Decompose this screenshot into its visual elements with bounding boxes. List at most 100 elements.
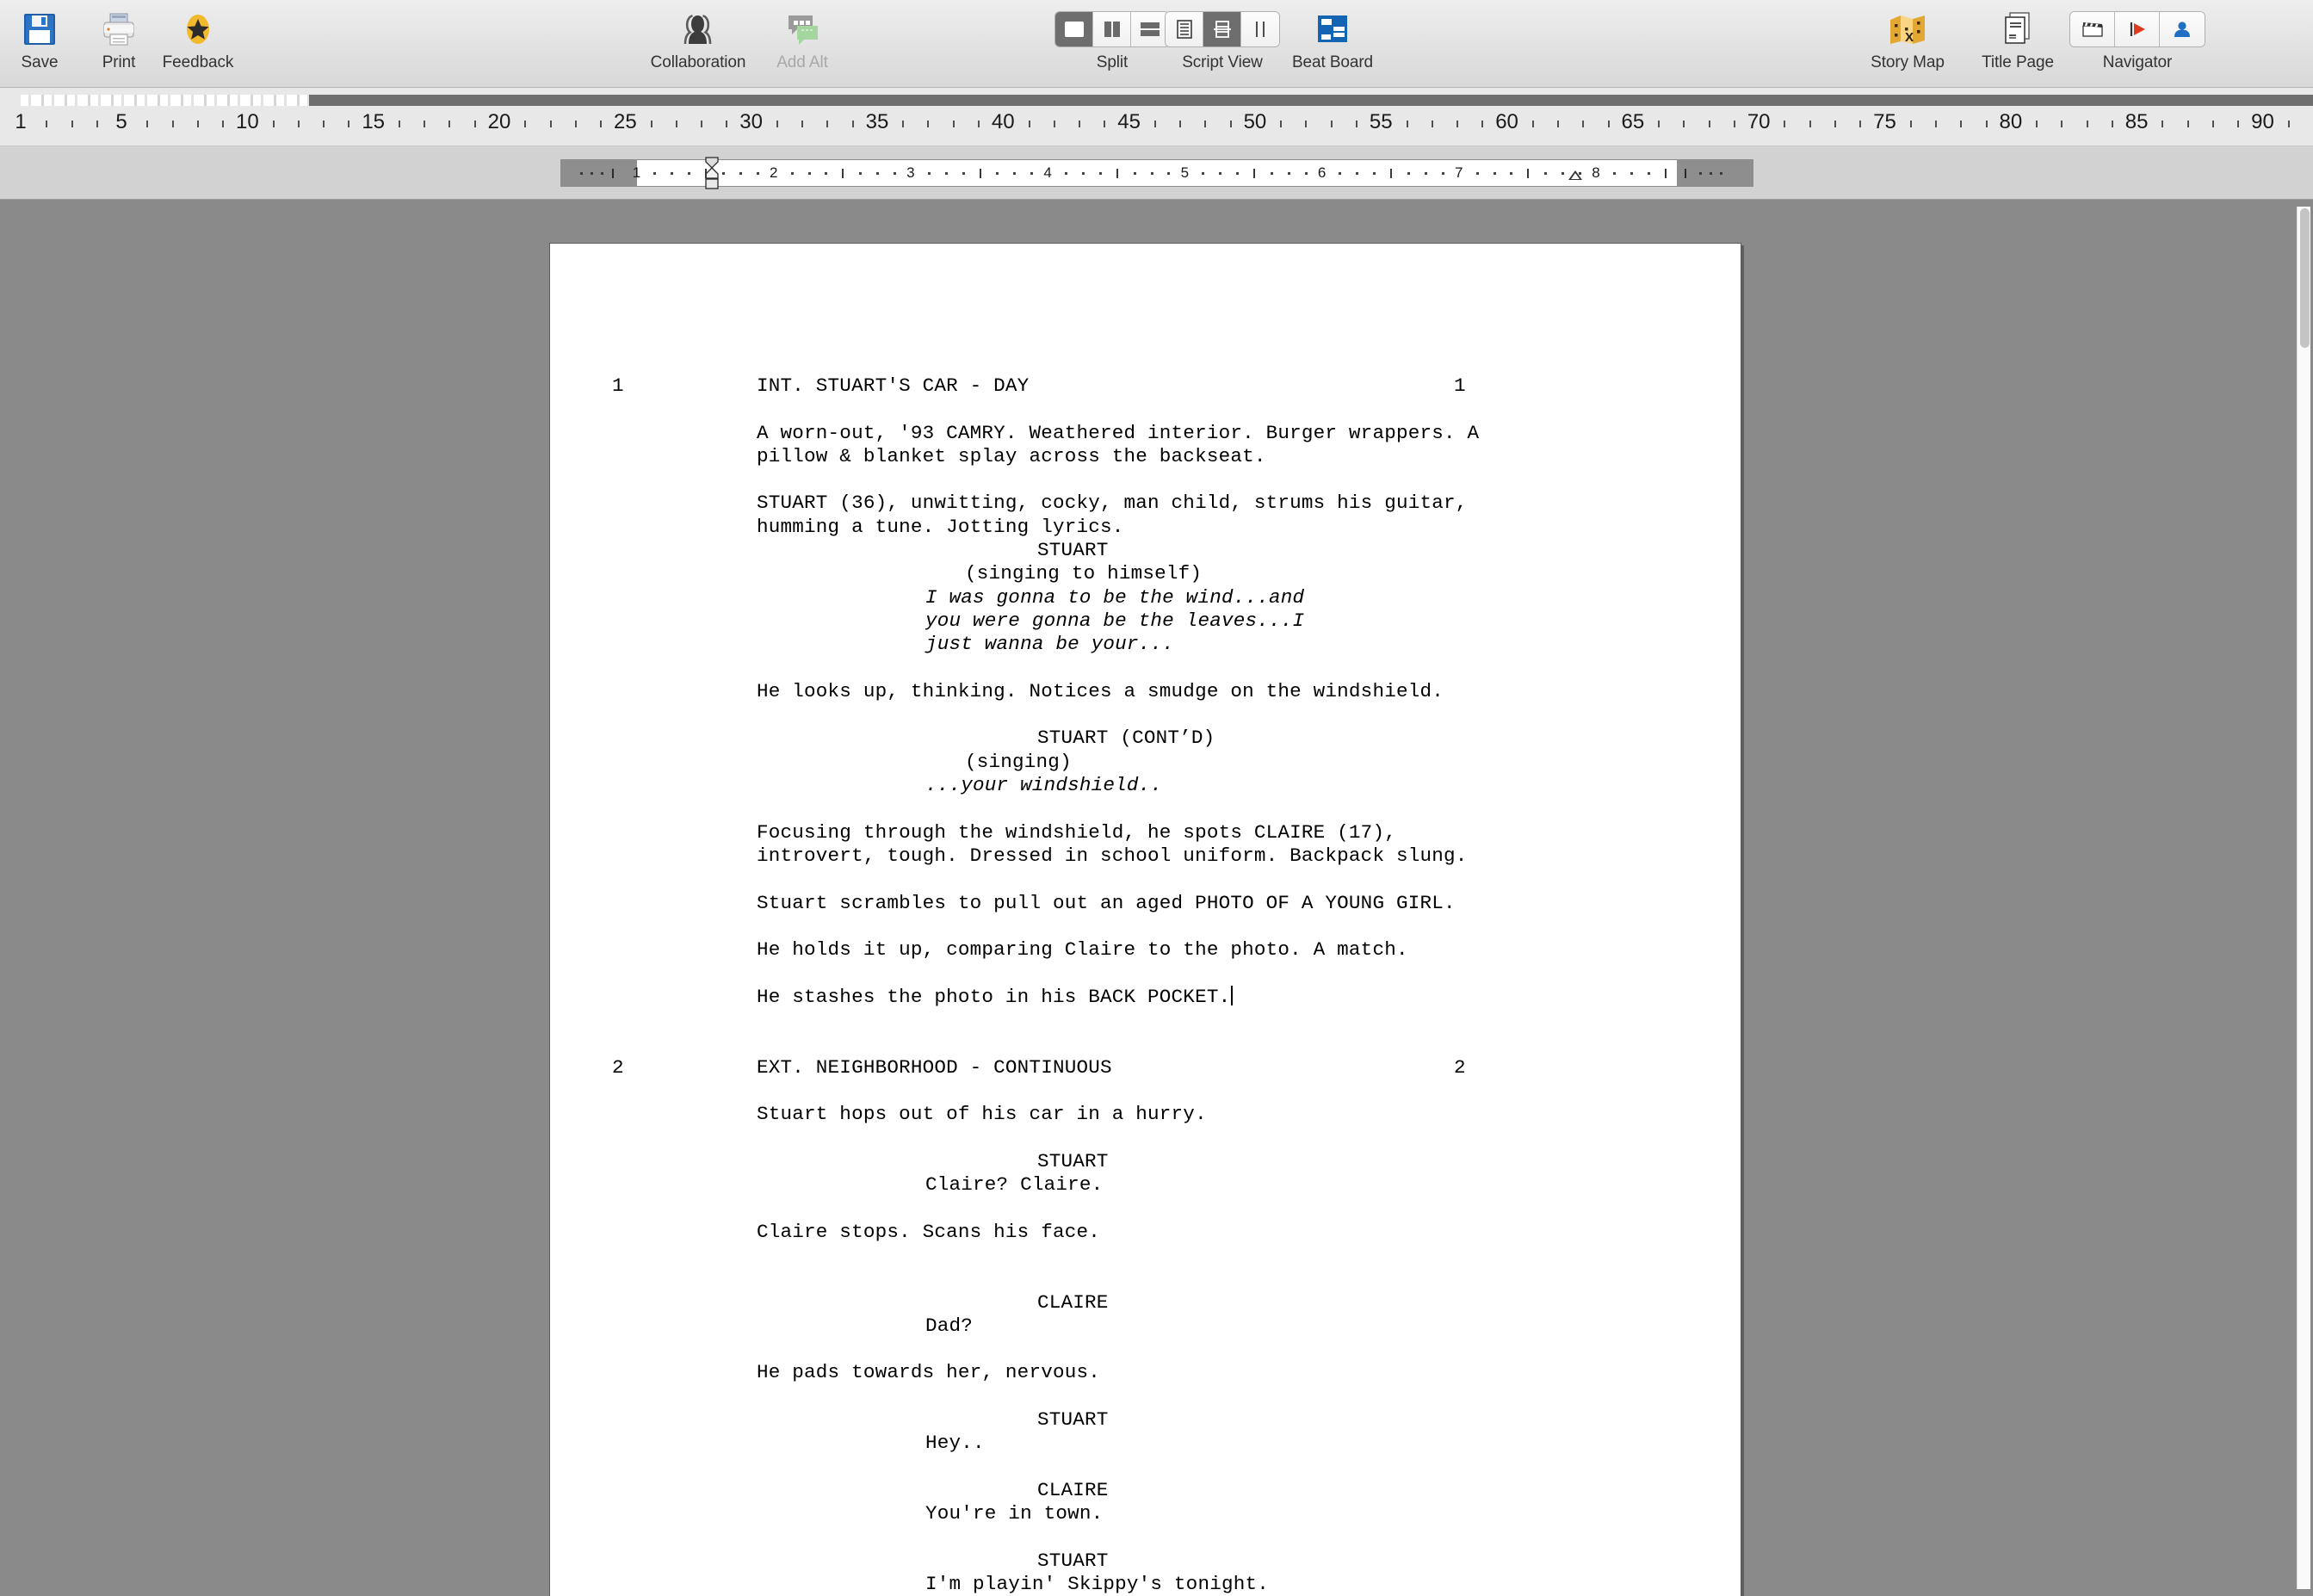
page-ruler-tick (1733, 121, 1735, 127)
svg-text:X: X (1905, 30, 1914, 45)
script-line-text: pillow & blanket splay across the backse… (757, 444, 1266, 467)
page-ruler-tick (1204, 121, 1207, 127)
script-line-action[interactable]: He pads towards her, nervous. (550, 1361, 1741, 1384)
script-view-option-columns[interactable] (1241, 12, 1279, 46)
script-line-text: A worn-out, '93 CAMRY. Weathered interio… (757, 421, 1480, 444)
script-view-option-page[interactable] (1166, 12, 1203, 46)
split-option-two-row[interactable] (1131, 12, 1169, 46)
script-line-action[interactable]: STUART (36), unwitting, cocky, man child… (550, 492, 1741, 515)
script-line-dialog[interactable]: I'm playin' Skippy's tonight. (550, 1573, 1741, 1596)
print-button[interactable]: Print (79, 0, 158, 72)
script-line-text: STUART (CONT’D) (1037, 727, 1215, 750)
split-option-two-column[interactable] (1093, 12, 1131, 46)
text-cursor (1231, 985, 1234, 1005)
script-line-dialog[interactable]: You're in town. (550, 1502, 1741, 1525)
document-canvas: 1 INT. STUART'S CAR - DAY 1 A worn-out, '93… (0, 200, 2313, 1596)
script-line-action[interactable]: pillow & blanket splay across the backse… (550, 445, 1741, 468)
collaboration-button[interactable]: Collaboration (634, 0, 763, 72)
title-page-button[interactable]: Title Page (1963, 0, 2073, 72)
script-view-segmented-control[interactable] (1165, 11, 1280, 47)
split-control[interactable]: Split (1054, 0, 1170, 72)
page-ruler-tick (1079, 121, 1081, 127)
save-button[interactable]: Save (0, 0, 79, 72)
navigator-option-scenes[interactable] (2070, 12, 2115, 46)
script-line-dialog[interactable]: Claire? Claire. (550, 1173, 1741, 1197)
script-line-lyric[interactable]: just wanna be your... (550, 633, 1741, 656)
vertical-scrollbar[interactable] (2297, 207, 2310, 1589)
page-ruler-tick (826, 121, 829, 127)
toolbar-group-right: X Story Map Title Page Navigator (1852, 0, 2205, 72)
page-ruler-number: 45 (1117, 110, 1141, 133)
script-line-character[interactable]: STUART (550, 539, 1741, 562)
page-ruler-tick (323, 121, 325, 127)
script-blank-line (550, 1127, 1741, 1150)
script-line-paren[interactable]: (singing to himself) (550, 562, 1741, 585)
script-page[interactable]: 1 INT. STUART'S CAR - DAY 1 A worn-out, '93… (549, 243, 1741, 1596)
script-blank-line (550, 703, 1741, 727)
page-ruler-tick (600, 121, 603, 127)
script-view-label: Script View (1182, 53, 1263, 71)
script-view-option-split[interactable] (1203, 12, 1241, 46)
navigator-option-characters[interactable] (2160, 12, 2205, 46)
script-line-character[interactable]: STUART (550, 1150, 1741, 1173)
ruler-inch-number: 3 (906, 164, 915, 181)
page-ruler-track[interactable] (21, 95, 2313, 106)
script-line-lyric[interactable]: you were gonna be the leaves...I (550, 609, 1741, 633)
page-ruler-tick (1909, 121, 1912, 127)
script-line-text: STUART (1037, 1549, 1109, 1572)
ruler-quarter-dot (944, 171, 948, 175)
script-line-heading[interactable]: 1 INT. STUART'S CAR - DAY 1 (550, 374, 1741, 398)
split-segmented-control[interactable] (1054, 11, 1170, 47)
script-line-action[interactable]: He stashes the photo in his BACK POCKET. (550, 985, 1741, 1009)
beat-board-button[interactable]: Beat Board (1277, 0, 1388, 72)
ruler-inch-number: 2 (769, 164, 778, 181)
script-view-control[interactable]: Script View (1165, 0, 1280, 72)
ruler-half-tick (979, 168, 981, 178)
navigator-segmented-control[interactable] (2069, 11, 2205, 47)
script-line-character[interactable]: STUART (550, 1408, 1741, 1432)
page-ruler-number: 70 (1747, 110, 1771, 133)
split-option-single-pane[interactable] (1055, 12, 1093, 46)
ruler-half-tick (1390, 168, 1393, 178)
script-line-character[interactable]: STUART (550, 1550, 1741, 1573)
script-line-action[interactable]: humming a tune. Jotting lyrics. (550, 516, 1741, 539)
page-ruler-tick (1406, 121, 1408, 127)
navigator-control[interactable]: Navigator (2069, 0, 2205, 72)
script-line-heading[interactable]: 2 EXT. NEIGHBORHOOD - CONTINUOUS 2 (550, 1056, 1741, 1079)
navigator-option-play[interactable] (2115, 12, 2160, 46)
script-line-text: (singing) (965, 750, 1072, 773)
script-line-action[interactable]: Stuart hops out of his car in a hurry. (550, 1103, 1741, 1126)
script-line-action[interactable]: He holds it up, comparing Claire to the … (550, 938, 1741, 962)
script-line-text: Dad? (925, 1314, 974, 1337)
script-line-action[interactable]: introvert, tough. Dressed in school unif… (550, 844, 1741, 868)
page-ruler-number: 65 (1621, 110, 1645, 133)
script-line-action[interactable]: He looks up, thinking. Notices a smudge … (550, 680, 1741, 703)
script-content[interactable]: 1 INT. STUART'S CAR - DAY 1 A worn-out, '93… (550, 374, 1741, 1596)
script-line-action[interactable]: Focusing through the windshield, he spot… (550, 821, 1741, 844)
page-ruler-thumb[interactable] (21, 95, 309, 106)
page-navigation-ruler[interactable]: 1 5 10 15 20 25 30 35 40 45 50 55 60 65 70 75 80 85 90 (0, 88, 2313, 146)
script-line-dialog[interactable]: Hey.. (550, 1432, 1741, 1455)
script-line-text: just wanna be your... (925, 633, 1174, 656)
document-ruler[interactable]: 1 2 3 4 5 6 7 8 (560, 156, 1753, 189)
script-blank-line (550, 1197, 1741, 1220)
script-line-character[interactable]: STUART (CONT’D) (550, 727, 1741, 750)
script-line-action[interactable]: A worn-out, '93 CAMRY. Weathered interio… (550, 422, 1741, 445)
script-line-lyric[interactable]: ...your windshield.. (550, 774, 1741, 797)
script-line-lyric[interactable]: I was gonna to be the wind...and (550, 586, 1741, 609)
page-ruler-tick (1960, 121, 1963, 127)
script-blank-line (550, 1079, 1741, 1103)
script-line-character[interactable]: CLAIRE (550, 1479, 1741, 1502)
page-ruler-number: 80 (1999, 110, 2023, 133)
ruler-quarter-dot (1544, 171, 1548, 175)
script-line-dialog[interactable]: Dad? (550, 1315, 1741, 1338)
add-alt-button[interactable]: Add Alt (763, 0, 842, 72)
script-line-action[interactable]: Stuart scrambles to pull out an aged PHO… (550, 892, 1741, 915)
feedback-button[interactable]: Feedback (158, 0, 238, 72)
vertical-scrollbar-thumb[interactable] (2300, 208, 2310, 348)
story-map-button[interactable]: X Story Map (1852, 0, 1963, 72)
page-ruler-tick (222, 121, 225, 127)
script-line-paren[interactable]: (singing) (550, 751, 1741, 774)
script-line-action[interactable]: Claire stops. Scans his face. (550, 1221, 1741, 1244)
script-line-character[interactable]: CLAIRE (550, 1291, 1741, 1315)
